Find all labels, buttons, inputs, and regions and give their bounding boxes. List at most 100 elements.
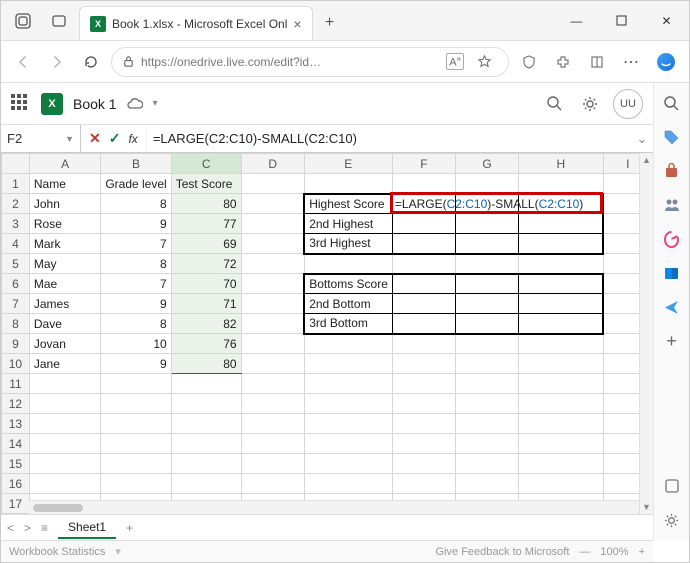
window-maximize-button[interactable] <box>599 1 644 41</box>
select-all-corner[interactable] <box>2 154 30 174</box>
cell[interactable] <box>392 314 455 334</box>
cell[interactable] <box>241 474 304 494</box>
window-minimize-button[interactable]: — <box>554 1 599 41</box>
sidebar-shop-icon[interactable] <box>662 161 682 181</box>
col-header[interactable]: A <box>29 154 100 174</box>
row-header[interactable]: 5 <box>2 254 30 274</box>
next-sheet-icon[interactable]: > <box>24 521 31 535</box>
cell[interactable] <box>392 434 455 454</box>
sidebar-add-icon[interactable]: + <box>662 331 682 351</box>
cell[interactable]: 7 <box>101 274 171 294</box>
cell[interactable]: 70 <box>171 274 241 294</box>
reader-icon[interactable]: A» <box>446 53 464 70</box>
cell[interactable] <box>304 474 392 494</box>
zoom-in-button[interactable]: + <box>639 546 645 558</box>
workbook-stats-button[interactable]: Workbook Statistics <box>9 546 105 558</box>
row-header[interactable]: 9 <box>2 334 30 354</box>
cell[interactable] <box>392 414 455 434</box>
cell[interactable] <box>304 334 392 354</box>
cell[interactable] <box>519 354 604 374</box>
row-header[interactable]: 7 <box>2 294 30 314</box>
cell[interactable] <box>241 434 304 454</box>
row-header[interactable]: 8 <box>2 314 30 334</box>
cell[interactable] <box>241 174 304 194</box>
cell[interactable]: 9 <box>101 294 171 314</box>
cell[interactable] <box>519 414 604 434</box>
cell[interactable] <box>29 394 100 414</box>
search-icon[interactable] <box>541 91 567 117</box>
cell[interactable] <box>29 474 100 494</box>
cell[interactable]: 80 <box>171 354 241 374</box>
col-header[interactable]: D <box>241 154 304 174</box>
cell[interactable] <box>455 294 518 314</box>
cell[interactable] <box>171 434 241 454</box>
cell[interactable] <box>171 394 241 414</box>
cell[interactable] <box>392 174 455 194</box>
cell[interactable] <box>29 414 100 434</box>
sheet-tab-active[interactable]: Sheet1 <box>58 517 116 539</box>
cell[interactable] <box>304 434 392 454</box>
scroll-down-icon[interactable]: ▼ <box>640 500 653 514</box>
settings-gear-icon[interactable] <box>577 91 603 117</box>
cell[interactable] <box>101 374 171 394</box>
vertical-scrollbar[interactable]: ▲ ▼ <box>639 153 653 514</box>
cell[interactable] <box>455 274 518 294</box>
cell[interactable] <box>392 394 455 414</box>
cell[interactable] <box>101 434 171 454</box>
spreadsheet-grid[interactable]: A B C D E F G H I 1 Name Grade level Tes… <box>1 153 653 514</box>
col-header[interactable]: H <box>519 154 604 174</box>
cell[interactable] <box>392 254 455 274</box>
sidebar-drop-icon[interactable] <box>662 476 682 496</box>
new-tab-button[interactable]: + <box>313 6 347 40</box>
cell[interactable] <box>455 174 518 194</box>
sidebar-outlook-icon[interactable] <box>662 263 682 283</box>
extensions-icon[interactable] <box>549 48 577 76</box>
cell[interactable] <box>241 214 304 234</box>
cancel-formula-icon[interactable]: ✕ <box>89 130 101 147</box>
cell[interactable]: Mark <box>29 234 100 254</box>
cell[interactable]: May <box>29 254 100 274</box>
all-sheets-icon[interactable]: ≡ <box>41 521 48 535</box>
horizontal-scrollbar[interactable] <box>29 500 639 514</box>
cell[interactable]: Bottoms Score <box>304 274 392 294</box>
cell[interactable] <box>304 174 392 194</box>
cell[interactable] <box>455 234 518 254</box>
row-header[interactable]: 2 <box>2 194 30 214</box>
cell[interactable] <box>455 454 518 474</box>
row-header[interactable]: 15 <box>2 454 30 474</box>
cell[interactable] <box>455 394 518 414</box>
cell[interactable]: 69 <box>171 234 241 254</box>
cell[interactable]: Jane <box>29 354 100 374</box>
user-avatar[interactable]: UU <box>613 89 643 119</box>
cell[interactable] <box>392 474 455 494</box>
col-header[interactable]: B <box>101 154 171 174</box>
cell[interactable] <box>304 374 392 394</box>
row-header[interactable]: 11 <box>2 374 30 394</box>
col-header[interactable]: G <box>455 154 518 174</box>
cell[interactable]: 3rd Bottom <box>304 314 392 334</box>
row-header[interactable]: 17 <box>2 494 30 514</box>
cell[interactable] <box>304 254 392 274</box>
add-sheet-icon[interactable]: + <box>126 521 133 535</box>
cell[interactable] <box>171 414 241 434</box>
row-header[interactable]: 4 <box>2 234 30 254</box>
cell[interactable]: 82 <box>171 314 241 334</box>
insert-function-icon[interactable]: fx <box>128 132 137 146</box>
sidebar-office-icon[interactable] <box>662 229 682 249</box>
refresh-icon[interactable] <box>77 48 105 76</box>
row-header[interactable]: 6 <box>2 274 30 294</box>
cell[interactable] <box>304 414 392 434</box>
cell[interactable] <box>455 474 518 494</box>
cell[interactable] <box>241 254 304 274</box>
cell[interactable] <box>241 234 304 254</box>
cell[interactable] <box>392 274 455 294</box>
expand-formula-bar-icon[interactable]: ⌄ <box>631 125 653 152</box>
sidebar-send-icon[interactable] <box>662 297 682 317</box>
cell[interactable] <box>519 174 604 194</box>
cell[interactable] <box>241 374 304 394</box>
cell[interactable]: 2nd Bottom <box>304 294 392 314</box>
row-header[interactable]: 1 <box>2 174 30 194</box>
forward-icon[interactable] <box>43 48 71 76</box>
col-header[interactable]: C <box>171 154 241 174</box>
app-launcher-icon[interactable] <box>11 94 31 114</box>
